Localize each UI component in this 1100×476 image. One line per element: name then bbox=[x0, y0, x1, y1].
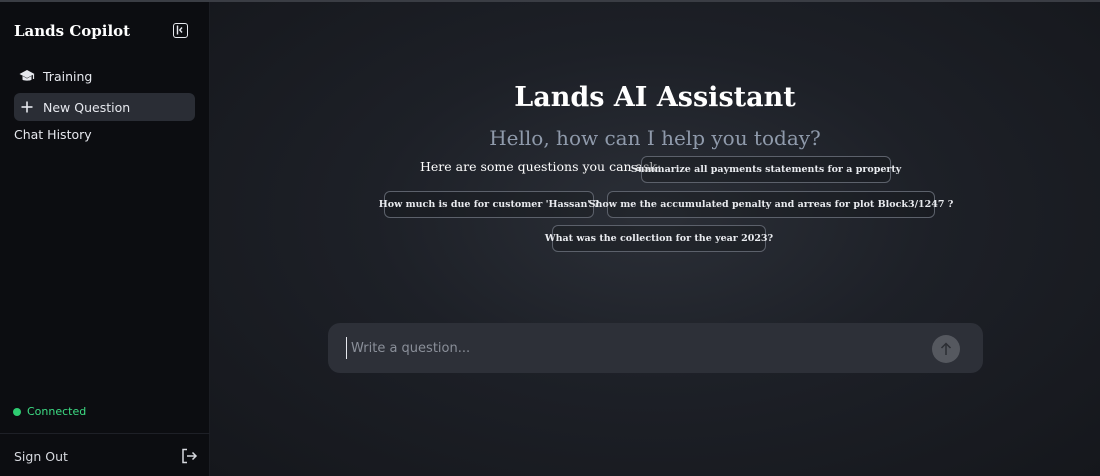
page-title: Lands AI Assistant bbox=[514, 82, 796, 113]
connection-status: Connected bbox=[13, 405, 86, 418]
app-window: Lands Copilot Training New Question Chat… bbox=[0, 0, 1100, 476]
arrow-up-icon bbox=[940, 342, 952, 355]
collapse-sidebar-button[interactable] bbox=[173, 23, 188, 38]
suggestions-label: Here are some questions you can ask: bbox=[420, 159, 662, 174]
logout-icon[interactable] bbox=[181, 448, 198, 468]
brand-title: Lands Copilot bbox=[14, 22, 131, 40]
suggestion-chip[interactable]: Summarize all payments statements for a … bbox=[631, 156, 901, 183]
status-label: Connected bbox=[27, 405, 87, 418]
suggestion-chip[interactable]: What was the collection for the year 202… bbox=[545, 225, 773, 252]
suggestion-chip[interactable]: How much is due for customer 'Hassan' ? bbox=[379, 191, 599, 218]
sidebar-item-label: New Question bbox=[43, 99, 131, 115]
sidebar-item-label: Training bbox=[43, 68, 93, 84]
greeting-subtitle: Hello, how can I help you today? bbox=[489, 126, 821, 150]
chat-history-heading: Chat History bbox=[14, 127, 92, 142]
graduation-cap-icon bbox=[19, 68, 35, 84]
suggestion-chip[interactable]: Show me the accumulated penalty and arre… bbox=[589, 191, 953, 218]
sidebar-item-training[interactable]: Training bbox=[14, 62, 195, 90]
status-dot-icon bbox=[13, 407, 21, 416]
collapse-icon bbox=[176, 25, 183, 35]
sidebar-divider bbox=[0, 433, 210, 434]
question-input-container bbox=[328, 323, 983, 373]
send-button[interactable] bbox=[932, 335, 960, 363]
sidebar-item-new-question[interactable]: New Question bbox=[14, 93, 195, 121]
question-input[interactable] bbox=[346, 337, 906, 359]
plus-icon bbox=[19, 99, 35, 115]
main-panel: Lands AI Assistant Hello, how can I help… bbox=[210, 2, 1100, 476]
sign-out-button[interactable]: Sign Out bbox=[14, 449, 68, 464]
sidebar: Lands Copilot Training New Question Chat… bbox=[0, 2, 210, 476]
